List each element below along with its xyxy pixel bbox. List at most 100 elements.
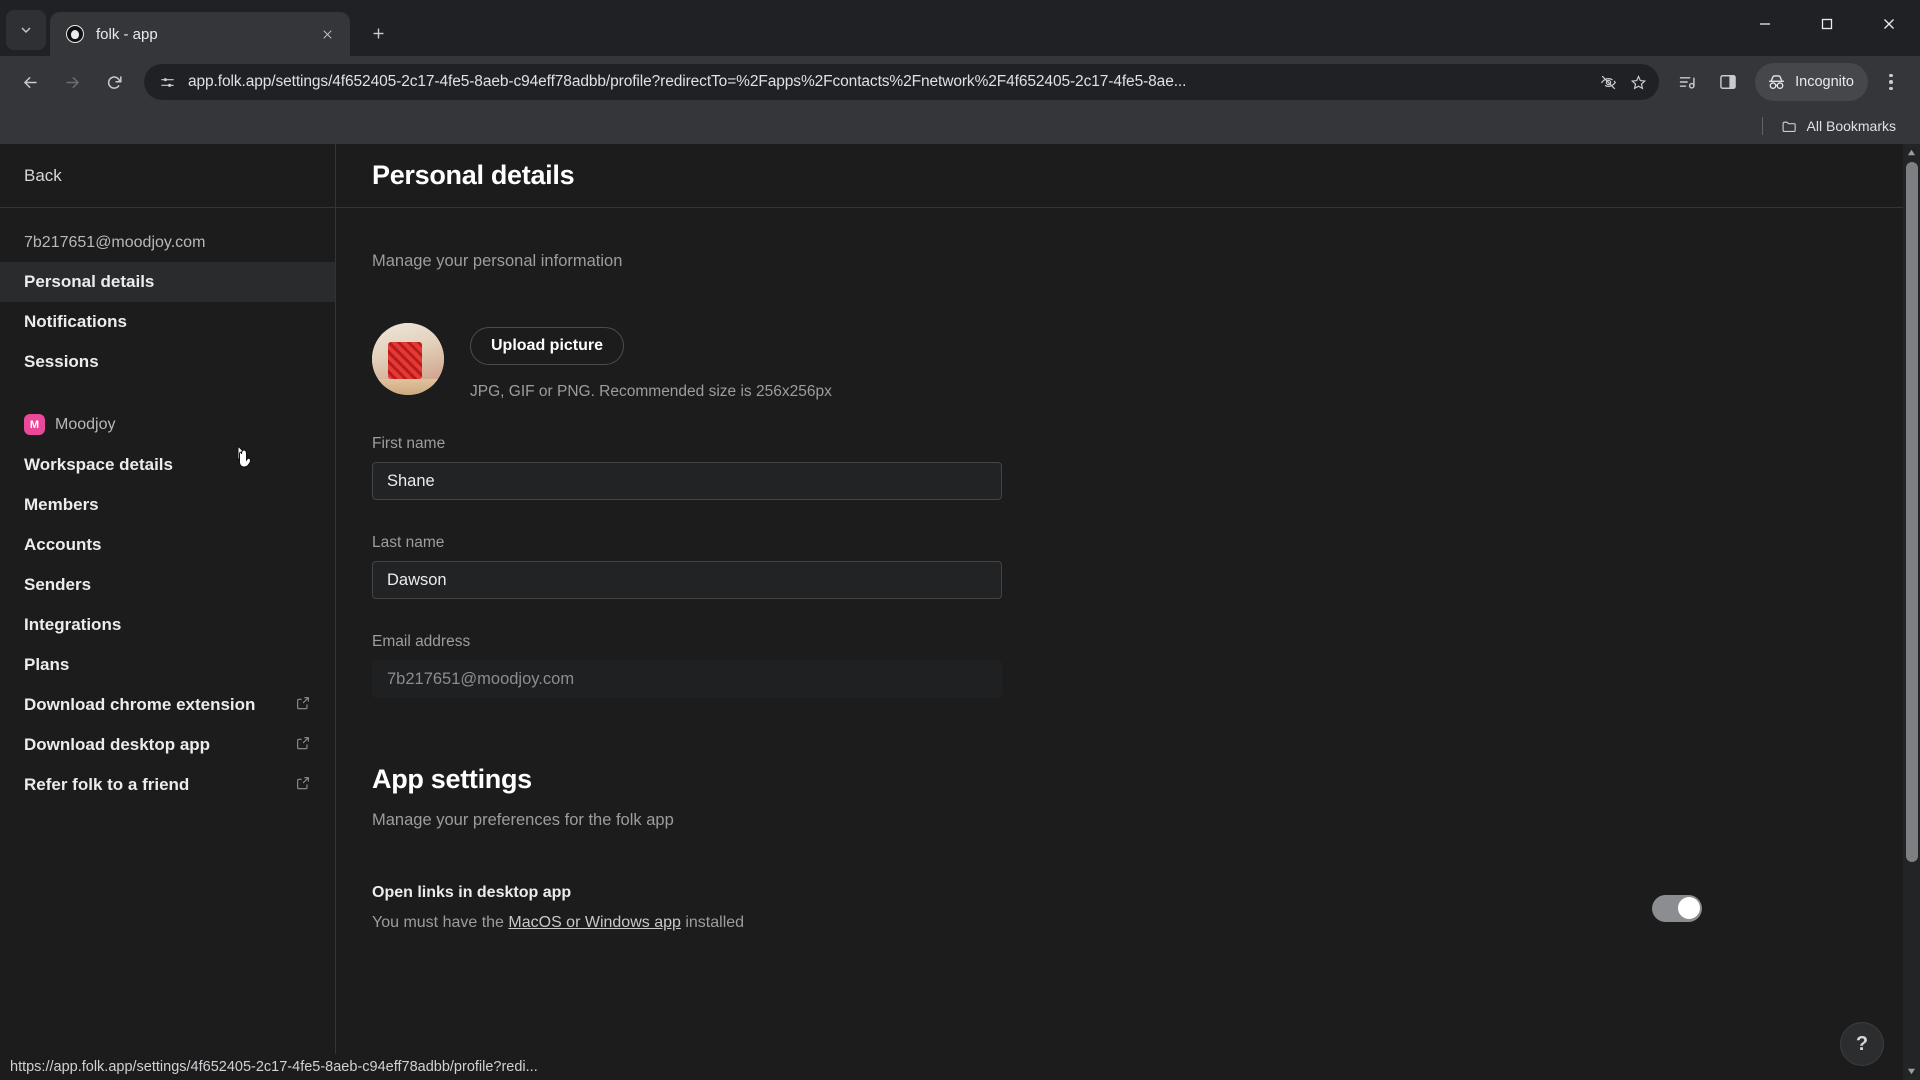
email-field-group: Email address [372, 633, 1920, 698]
help-button[interactable]: ? [1840, 1022, 1884, 1066]
window-controls [1734, 0, 1920, 48]
divider [1761, 117, 1763, 135]
open-links-toggle[interactable] [1652, 894, 1702, 922]
scrollbar-thumb[interactable] [1905, 162, 1918, 862]
sidebar-item-senders[interactable]: Senders [0, 565, 335, 605]
sidebar-item-integrations[interactable]: Integrations [0, 605, 335, 645]
main-panel: Personal details Manage your personal in… [336, 144, 1920, 1080]
external-link-icon [295, 735, 311, 756]
close-window-button[interactable] [1858, 0, 1920, 48]
folk-favicon [66, 25, 84, 43]
media-playlist-icon[interactable] [1669, 63, 1707, 101]
external-link-icon [295, 695, 311, 716]
chevron-down-icon [21, 27, 31, 33]
sidebar-item-label: Integrations [24, 615, 122, 634]
address-bar[interactable]: app.folk.app/settings/4f652405-2c17-4fe5… [144, 64, 1660, 100]
reload-icon [107, 75, 122, 89]
sidebar-item-accounts[interactable]: Accounts [0, 525, 335, 565]
avatar-actions: Upload picture JPG, GIF or PNG. Recommen… [470, 323, 832, 401]
app-settings-subtitle: Manage your preferences for the folk app [372, 811, 674, 829]
avatar[interactable] [372, 323, 444, 395]
open-links-preference-row: Open links in desktop app You must have … [372, 884, 1702, 932]
last-name-input[interactable] [372, 561, 1002, 599]
email-label: Email address [372, 633, 471, 650]
close-icon [1884, 19, 1894, 29]
first-name-label: First name [372, 435, 446, 452]
all-bookmarks-label: All Bookmarks [1806, 118, 1896, 134]
sidebar-item-label: Sessions [24, 352, 99, 371]
tab-strip: folk - app [0, 0, 1920, 56]
last-name-label: Last name [372, 534, 445, 551]
star-icon[interactable] [1623, 67, 1653, 97]
reload-button[interactable] [94, 62, 134, 102]
site-settings-icon[interactable] [152, 67, 182, 97]
arrow-left-icon [23, 76, 37, 88]
first-name-field-group: First name [372, 435, 1920, 500]
upload-picture-button[interactable]: Upload picture [470, 327, 625, 365]
preference-description: You must have the MacOS or Windows app i… [372, 914, 1652, 932]
main-header: Personal details [336, 144, 1920, 208]
sidebar-item-label: Senders [24, 575, 92, 594]
workspace-switcher[interactable]: M Moodjoy [0, 408, 335, 445]
sidebar-body: 7b217651@moodjoy.com Personal details No… [0, 208, 335, 1080]
minimize-window-button[interactable] [1734, 0, 1796, 48]
browser-toolbar: app.folk.app/settings/4f652405-2c17-4fe5… [0, 56, 1920, 108]
sidebar-item-label: Workspace details [24, 455, 173, 474]
avatar-row: Upload picture JPG, GIF or PNG. Recommen… [372, 323, 1920, 401]
sidebar-item-notifications[interactable]: Notifications [0, 302, 335, 342]
bookmarks-bar: All Bookmarks [0, 108, 1920, 144]
caret-up-icon [1907, 149, 1916, 156]
tab-title: folk - app [96, 25, 158, 43]
sidebar-item-label: Notifications [24, 312, 127, 331]
eye-off-icon[interactable] [1593, 67, 1623, 97]
tab-search-button[interactable] [6, 10, 46, 50]
back-label: Back [24, 165, 62, 185]
arrow-right-icon [65, 76, 79, 88]
app-settings-title: App settings [372, 764, 532, 794]
sidebar-item-download-chrome-extension[interactable]: Download chrome extension [0, 685, 335, 725]
first-name-input[interactable] [372, 462, 1002, 500]
last-name-field-group: Last name [372, 534, 1920, 599]
sidebar-item-members[interactable]: Members [0, 485, 335, 525]
sidebar-item-personal-details[interactable]: Personal details [0, 262, 335, 302]
back-link[interactable]: Back [0, 144, 335, 208]
upload-hint: JPG, GIF or PNG. Recommended size is 256… [470, 383, 832, 400]
folder-icon [1782, 121, 1796, 132]
incognito-indicator[interactable]: Incognito [1755, 63, 1868, 101]
email-input [372, 660, 1002, 698]
scroll-down-button[interactable] [1903, 1063, 1920, 1080]
side-panel-icon[interactable] [1709, 63, 1747, 101]
caret-down-icon [1907, 1068, 1916, 1075]
sidebar-group-divider [0, 382, 335, 408]
scroll-up-button[interactable] [1903, 144, 1920, 161]
status-bar-link-preview: https://app.folk.app/settings/4f652405-2… [0, 1054, 548, 1080]
sidebar-item-workspace-details[interactable]: Workspace details [0, 445, 335, 485]
close-icon [322, 29, 332, 39]
workspace-name: Moodjoy [55, 415, 116, 433]
sidebar-item-refer-folk-to-a-friend[interactable]: Refer folk to a friend [0, 765, 335, 805]
maximize-icon [1821, 18, 1833, 30]
settings-sidebar: Back 7b217651@moodjoy.com Personal detai… [0, 144, 336, 1080]
maximize-window-button[interactable] [1796, 0, 1858, 48]
sidebar-item-label: Download desktop app [24, 735, 211, 754]
toggle-knob [1677, 897, 1700, 919]
sidebar-item-sessions[interactable]: Sessions [0, 342, 335, 382]
pref-desc-before: You must have the [372, 914, 509, 931]
sidebar-item-label: Personal details [24, 272, 155, 291]
sidebar-item-download-desktop-app[interactable]: Download desktop app [0, 725, 335, 765]
browser-tab[interactable]: folk - app [50, 12, 350, 56]
new-tab-button[interactable] [360, 15, 396, 51]
kebab-menu-icon[interactable] [1872, 63, 1910, 101]
desktop-app-link[interactable]: MacOS or Windows app [508, 914, 681, 931]
account-email: 7b217651@moodjoy.com [24, 234, 206, 251]
external-link-icon [295, 775, 311, 796]
forward-button[interactable] [52, 62, 92, 102]
workspace-badge: M [24, 414, 45, 435]
minimize-icon [1760, 23, 1770, 25]
vertical-scrollbar[interactable] [1903, 144, 1920, 1080]
back-button[interactable] [10, 62, 50, 102]
settings-form: Manage your personal information Upload … [336, 208, 1920, 1080]
close-tab-button[interactable] [314, 21, 340, 47]
sidebar-item-plans[interactable]: Plans [0, 645, 335, 685]
all-bookmarks-button[interactable]: All Bookmarks [1773, 114, 1904, 139]
